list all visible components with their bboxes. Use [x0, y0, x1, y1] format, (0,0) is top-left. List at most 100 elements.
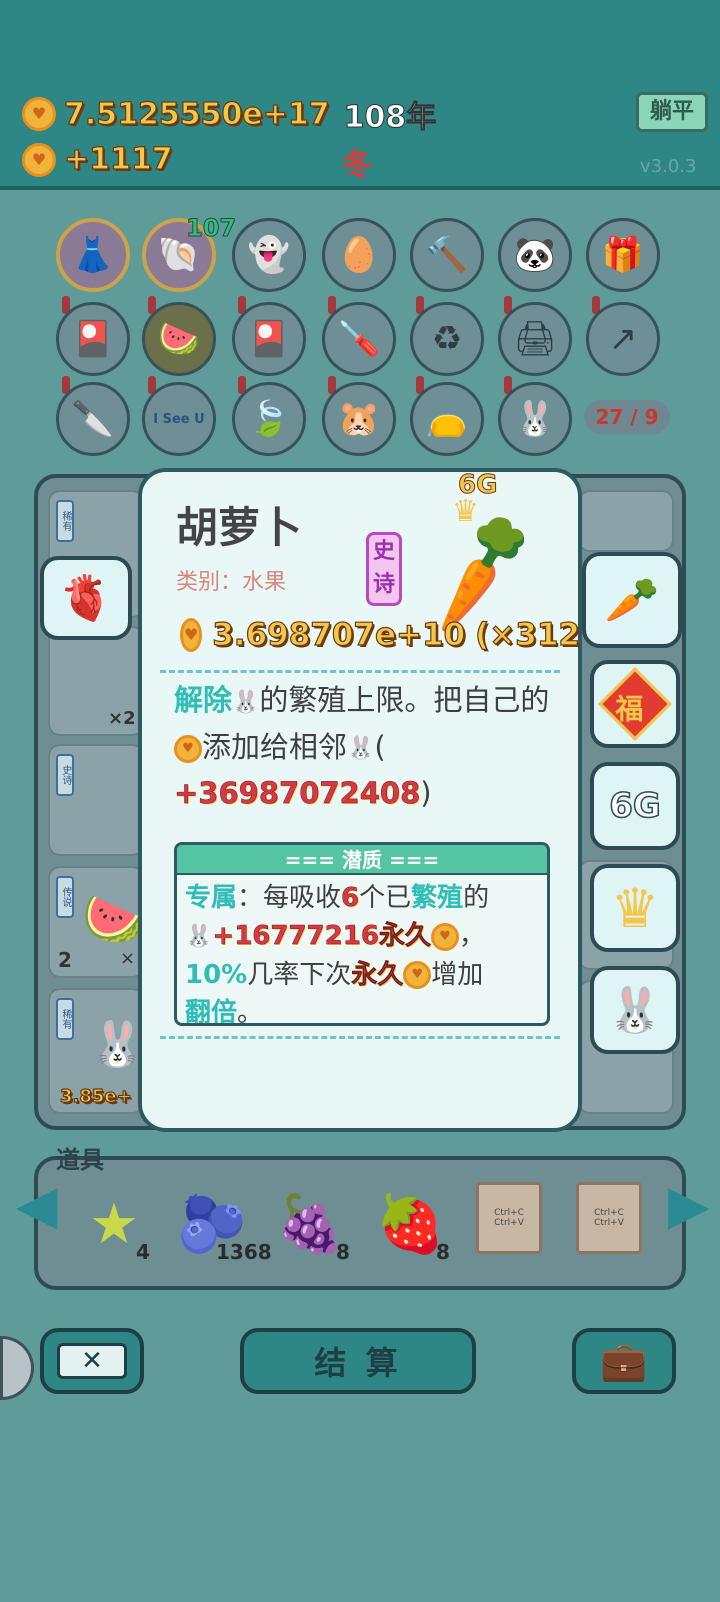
divider	[160, 670, 560, 673]
star-icon: ★	[88, 1191, 140, 1257]
crown-icon: ♛	[610, 876, 660, 940]
recycle-icon: ♻	[431, 319, 463, 359]
item-title: 胡萝卜	[176, 503, 303, 552]
bunny-icon: 🐰	[347, 736, 375, 761]
egg-icon: 🥚	[337, 235, 381, 275]
year-label: 108年	[343, 100, 437, 136]
item-value-row: 3.698707e+10 (×312	[180, 610, 580, 660]
rarity-badge: 史诗	[366, 532, 402, 606]
income-value: +1117	[63, 141, 173, 177]
prop-copy-card[interactable]: Ctrl+C Ctrl+V	[576, 1182, 642, 1254]
bunny-tile[interactable]: 🐰	[590, 966, 680, 1054]
fruit-basket-icon: 🍉	[157, 319, 201, 359]
seed-pack-icon: 🎴	[71, 319, 115, 359]
slot-printer[interactable]: 🖨	[498, 302, 572, 376]
seed-pack-icon: 🎴	[247, 319, 291, 359]
potential-text: 专属：每吸收6个已繁殖的 🐰+16777216永久， 10%几率下次永久增加 翻…	[177, 875, 547, 1023]
board-cell[interactable]: 稀有 🐰 3.85e+	[48, 988, 145, 1114]
arrow-icon: ↗	[608, 319, 638, 359]
income-row: +1117	[22, 141, 173, 178]
rarity-tag: 稀有	[56, 998, 74, 1040]
hamsters-icon: 🐹	[337, 399, 381, 439]
slot-seed-pack[interactable]: 🎴	[56, 302, 130, 376]
coin-icon	[180, 618, 203, 652]
bayberry-icon: 🍇	[275, 1192, 345, 1257]
slot-skirt[interactable]: 👗	[56, 218, 130, 292]
rarity-tag: 稀有	[56, 500, 74, 542]
crown-tile[interactable]: ♛	[590, 864, 680, 952]
coin-icon	[403, 961, 432, 989]
bag-icon: 👝	[425, 399, 469, 439]
slot-arrow[interactable]: ↗	[586, 302, 660, 376]
bunny-icon: 🐰	[513, 399, 557, 439]
screwdriver-icon: 🪛	[337, 319, 381, 359]
bunny-icon: 🐰	[607, 985, 663, 1036]
scroll-left-arrow[interactable]: ◀	[16, 1170, 58, 1240]
carrot-icon: 🥕	[604, 575, 660, 626]
potential-panel: === 潜质 === 专属：每吸收6个已繁殖的 🐰+16777216永久， 10…	[174, 842, 550, 1026]
slot-fruit-basket[interactable]: 🍉	[142, 302, 216, 376]
props-title: 道具	[56, 1146, 104, 1174]
board-cell[interactable]	[578, 490, 674, 552]
version-label: v3.0.3	[640, 156, 697, 177]
prop-copy-card[interactable]: Ctrl+C Ctrl+V	[476, 1182, 542, 1254]
coin-icon	[174, 734, 202, 763]
slot-recycle[interactable]: ♻	[410, 302, 484, 376]
coin-icon	[22, 142, 56, 177]
board-cell[interactable]: 史诗	[48, 744, 144, 856]
prop-count: 4	[136, 1240, 150, 1264]
panda-icon: 🐼	[513, 235, 557, 275]
board-cell[interactable]: 传说 2 × 🍉	[48, 866, 144, 978]
slot-i-see-u[interactable]: I See U	[142, 382, 216, 456]
board-cell[interactable]: ×2	[48, 626, 144, 736]
slot-badge-number: 107	[185, 214, 237, 243]
box-icon: 🎁	[601, 235, 645, 275]
cleaver-icon: 🔪	[71, 399, 115, 439]
slot-seed-pack-2[interactable]: 🎴	[232, 302, 306, 376]
slot-panda[interactable]: 🐼	[498, 218, 572, 292]
slot-hamsters[interactable]: 🐹	[322, 382, 396, 456]
slot-box[interactable]: 🎁	[586, 218, 660, 292]
skirt-icon: 👗	[71, 235, 115, 275]
slot-egg[interactable]: 🥚	[322, 218, 396, 292]
scroll-right-arrow[interactable]: ▶	[668, 1170, 710, 1240]
slot-cleaver[interactable]: 🔪	[56, 382, 130, 456]
coin-icon	[22, 97, 56, 131]
slot-bunny[interactable]: 🐰	[498, 382, 572, 456]
briefcase-button[interactable]: 💼	[572, 1328, 676, 1394]
slot-screwdriver[interactable]: 🪛	[322, 302, 396, 376]
ghost-icon: 👻	[247, 235, 291, 275]
lie-flat-button[interactable]: 躺平	[636, 92, 708, 132]
liver-icon: 🫀	[58, 573, 114, 624]
cell-count: ×2	[108, 708, 136, 729]
briefcase-icon: 💼	[600, 1338, 648, 1383]
slot-leaf[interactable]: 🍃	[232, 382, 306, 456]
season-label: 冬	[342, 148, 372, 183]
i-see-u-icon: I See U	[153, 411, 205, 427]
item-value: 3.698707e+10	[212, 616, 466, 653]
bunny-icon: 🐰	[185, 923, 213, 949]
prop-count: 8	[336, 1240, 350, 1264]
grade-tile-label: 6G	[608, 785, 661, 827]
carrot-tile[interactable]: 🥕	[582, 552, 682, 648]
coin-total: 7.5125550e+17	[63, 96, 330, 132]
slot-hammer[interactable]: 🔨	[410, 218, 484, 292]
potential-title: === 潜质 ===	[177, 845, 547, 875]
item-description: 解除🐰的繁殖上限。把自己的添加给相邻🐰( +36987072408)	[174, 678, 566, 816]
strawberry-icon: 🍓	[375, 1192, 445, 1257]
watermelon-icon: 🍉	[82, 890, 145, 948]
coins-row: 7.5125550e+17 108年	[22, 92, 437, 136]
settle-button[interactable]: 结 算	[240, 1328, 476, 1394]
close-button[interactable]: ✕	[40, 1328, 144, 1394]
liver-tile[interactable]: 🫀	[40, 556, 132, 640]
cell-count: ×	[120, 948, 136, 969]
fu-label: 福	[615, 692, 644, 726]
slot-ghost[interactable]: 👻	[232, 218, 306, 292]
fu-tile[interactable]: 福	[590, 660, 680, 748]
bunny-icon: 🐰	[90, 1019, 145, 1070]
prop-count: 1368	[216, 1240, 272, 1264]
grade-tile[interactable]: 6G	[590, 762, 680, 850]
slot-bag[interactable]: 👝	[410, 382, 484, 456]
printer-icon: 🖨	[513, 319, 557, 359]
divider	[160, 1036, 560, 1039]
